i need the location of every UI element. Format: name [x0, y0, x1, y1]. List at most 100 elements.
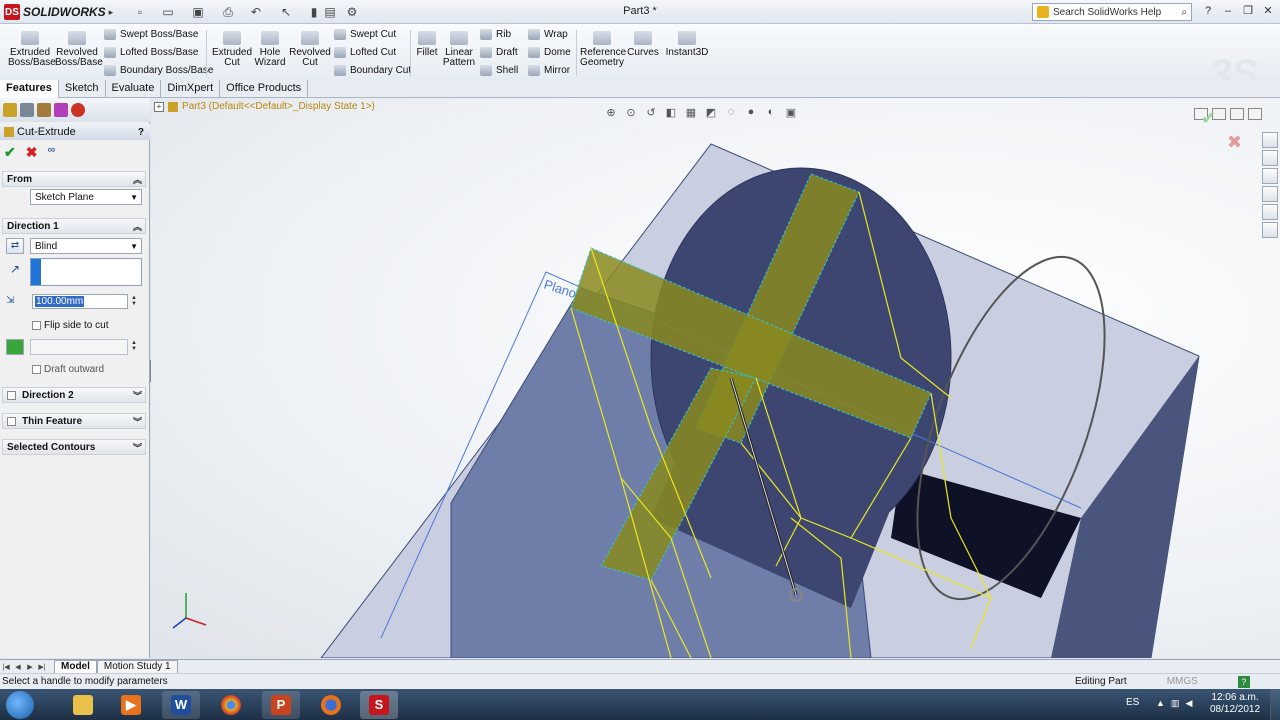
previous-view-icon[interactable]: ↺ — [643, 106, 659, 120]
select-icon[interactable]: ↖ — [278, 4, 294, 20]
graphics-area[interactable]: Plano 1 + Part3 (Default<<Default>_Displ… — [151, 98, 1280, 658]
close-icon[interactable]: ✕ — [1260, 3, 1276, 19]
show-hidden-icons-icon[interactable]: ▲ — [1156, 698, 1165, 709]
property-manager-icon[interactable] — [20, 103, 34, 117]
from-group-header[interactable]: From ︽ — [2, 171, 146, 187]
instant3d-button[interactable]: Instant3D — [664, 27, 710, 79]
minimize-icon[interactable]: – — [1220, 3, 1236, 19]
prev-tab-icon[interactable]: ◀ — [12, 663, 24, 671]
depth-spinner[interactable]: ▲ ▼ — [131, 295, 139, 307]
apply-scene-icon[interactable]: ◐ — [763, 106, 779, 120]
thin-feature-group-header[interactable]: Thin Feature ︾ — [2, 413, 146, 429]
home-icon[interactable] — [1262, 132, 1278, 148]
fillet-button[interactable]: Fillet — [412, 27, 442, 79]
help-button[interactable]: ? — [138, 127, 144, 138]
swept-cut-button[interactable]: Swept Cut — [334, 26, 396, 42]
extruded-boss-button[interactable]: Extruded Boss/Base — [8, 27, 56, 79]
tab-dimxpert[interactable]: DimXpert — [161, 80, 221, 98]
view-settings-icon[interactable]: ▣ — [783, 106, 799, 120]
tab-evaluate[interactable]: Evaluate — [106, 80, 162, 98]
lofted-boss-button[interactable]: Lofted Boss/Base — [104, 44, 198, 60]
file-properties-icon[interactable]: ▤ — [322, 4, 338, 20]
tab-features[interactable]: Features — [0, 80, 59, 98]
feature-tree-icon[interactable] — [3, 103, 17, 117]
direction1-group-header[interactable]: Direction 1 ︽ — [2, 218, 146, 234]
cancel-icon[interactable]: ✖ — [26, 144, 38, 161]
feature-tree-flyout[interactable]: + Part3 (Default<<Default>_Display State… — [154, 101, 375, 112]
flip-side-box[interactable] — [32, 321, 41, 330]
zoom-to-fit-icon[interactable]: ⊕ — [603, 106, 619, 120]
viewport-close-icon[interactable] — [1248, 108, 1262, 120]
hole-wizard-button[interactable]: Hole Wizard — [248, 27, 292, 79]
print-icon[interactable]: ⎙ — [220, 4, 236, 20]
end-condition-select[interactable]: Blind ▼ — [30, 238, 142, 254]
hide-show-items-icon[interactable]: ◌ — [723, 106, 739, 120]
mirror-button[interactable]: Mirror — [528, 62, 570, 78]
zoom-to-area-icon[interactable]: ⊙ — [623, 106, 639, 120]
model-canvas[interactable]: Plano 1 — [151, 98, 1280, 658]
draft-spinner[interactable]: ▲ ▼ — [131, 340, 139, 352]
direction2-checkbox[interactable] — [7, 390, 16, 400]
display-manager-icon[interactable] — [71, 103, 85, 117]
boundary-cut-button[interactable]: Boundary Cut — [334, 62, 411, 78]
status-help-icon[interactable]: ? — [1237, 676, 1250, 688]
confirm-cancel-icon[interactable]: ✖ — [1227, 132, 1242, 153]
taskbar-explorer[interactable] — [64, 691, 102, 719]
tab-model[interactable]: Model — [54, 660, 97, 673]
save-icon[interactable]: ▣ — [190, 4, 206, 20]
help-search-input[interactable]: Search SolidWorks Help ⌕ — [1032, 3, 1192, 21]
curves-button[interactable]: Curves — [626, 27, 660, 79]
linear-pattern-button[interactable]: Linear Pattern — [440, 27, 478, 79]
search-icon[interactable]: ⌕ — [1181, 7, 1187, 18]
clock[interactable]: 12:06 a.m. 08/12/2012 — [1210, 692, 1260, 716]
edit-appearance-icon[interactable]: ● — [743, 106, 759, 120]
ok-icon[interactable]: ✔ — [4, 144, 16, 161]
taskbar-solidworks[interactable]: S — [360, 691, 398, 719]
revolved-cut-button[interactable]: Revolved Cut — [288, 27, 332, 79]
network-icon[interactable]: ▥ — [1171, 698, 1180, 709]
confirm-ok-icon[interactable]: ✔ — [1201, 108, 1216, 129]
depth-input[interactable]: 100.00mm — [32, 294, 128, 309]
undo-icon[interactable]: ↶ — [248, 4, 264, 20]
dimxpert-manager-icon[interactable] — [54, 103, 68, 117]
display-style-icon[interactable]: ◩ — [703, 106, 719, 120]
language-indicator[interactable]: ES — [1126, 697, 1139, 708]
options-icon[interactable]: ⚙ — [344, 4, 360, 20]
configuration-manager-icon[interactable] — [37, 103, 51, 117]
direction2-group-header[interactable]: Direction 2 ︾ — [2, 387, 146, 403]
tab-office-products[interactable]: Office Products — [220, 80, 309, 98]
appearances-icon[interactable] — [1262, 204, 1278, 220]
shell-button[interactable]: Shell — [480, 62, 518, 78]
viewport-restore-icon[interactable] — [1230, 108, 1244, 120]
rib-button[interactable]: Rib — [480, 26, 511, 42]
open-icon[interactable]: ▭ — [160, 4, 176, 20]
draft-outward-box[interactable] — [32, 365, 41, 374]
draft-outward-checkbox[interactable]: Draft outward — [32, 364, 104, 375]
show-desktop-button[interactable] — [1270, 689, 1280, 720]
lofted-cut-button[interactable]: Lofted Cut — [334, 44, 396, 60]
swept-boss-button[interactable]: Swept Boss/Base — [104, 26, 198, 42]
custom-properties-icon[interactable] — [1262, 222, 1278, 238]
revolved-boss-button[interactable]: Revolved Boss/Base — [55, 27, 103, 79]
view-palette-icon[interactable] — [1262, 186, 1278, 202]
new-document-icon[interactable]: ▫ — [132, 4, 148, 20]
rebuild-icon[interactable]: ▮ — [306, 4, 322, 20]
expand-tree-icon[interactable]: + — [154, 101, 164, 112]
draft-toggle-button[interactable] — [6, 339, 24, 355]
from-select[interactable]: Sketch Plane ▼ — [30, 189, 142, 205]
solidworks-logo[interactable]: DS SOLIDWORKS ▸ — [4, 3, 113, 21]
first-tab-icon[interactable]: |◀ — [0, 663, 12, 671]
view-orientation-icon[interactable]: ▦ — [683, 106, 699, 120]
direction-vector-field[interactable] — [30, 258, 142, 286]
boundary-boss-button[interactable]: Boundary Boss/Base — [104, 62, 213, 78]
taskbar-firefox[interactable] — [312, 691, 350, 719]
help-menu-icon[interactable]: ? — [1200, 3, 1216, 19]
last-tab-icon[interactable]: ▶| — [36, 663, 48, 671]
selected-contours-group-header[interactable]: Selected Contours ︾ — [2, 439, 146, 455]
detailed-preview-icon[interactable]: ∞ — [47, 144, 55, 161]
flip-side-checkbox[interactable]: Flip side to cut — [32, 320, 108, 331]
draft-angle-input[interactable] — [30, 339, 128, 355]
tab-motion-study[interactable]: Motion Study 1 — [96, 660, 178, 673]
taskbar-chrome[interactable] — [212, 691, 250, 719]
next-tab-icon[interactable]: ▶ — [24, 663, 36, 671]
